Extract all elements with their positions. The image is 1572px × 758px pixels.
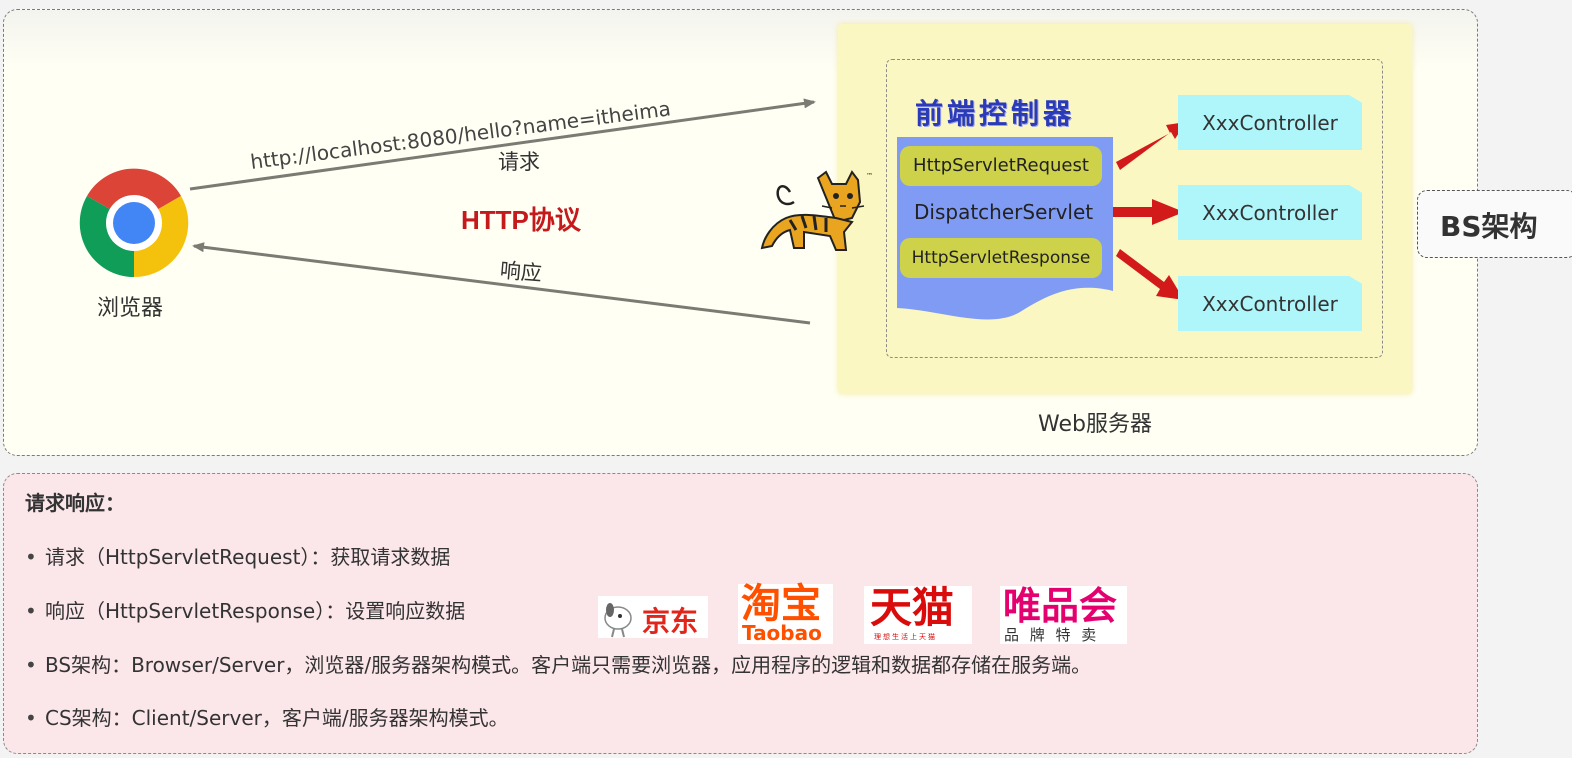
jd-logo: 京东 xyxy=(598,596,708,638)
red-arrow-top xyxy=(1116,122,1186,170)
red-arrow-middle xyxy=(1113,199,1184,225)
response-label: 响应 xyxy=(498,258,543,286)
dispatcher-servlet-label: DispatcherServlet xyxy=(914,200,1094,224)
taobao-cn-text: 淘宝 xyxy=(741,581,821,627)
vip-slogan: 品 牌 特 卖 xyxy=(1004,626,1100,644)
controller-box: XxxController xyxy=(1178,185,1362,240)
tmall-logo: 天猫 理想生活上天猫 xyxy=(864,583,972,644)
tmall-slogan: 理想生活上天猫 xyxy=(874,633,937,641)
note-bullet: • BS架构：Browser/Server，浏览器/服务器架构模式。客户端只需要浏… xyxy=(25,649,1091,678)
note-text: 请求（HttpServletRequest）：获取请求数据 xyxy=(45,545,451,569)
web-server-label: Web服务器 xyxy=(1038,412,1152,437)
note-text: CS架构：Client/Server，客户端/服务器架构模式。 xyxy=(45,706,509,730)
taobao-en-text: Taobao xyxy=(742,621,822,645)
notes-title: 请求响应： xyxy=(25,491,125,515)
jd-text: 京东 xyxy=(642,605,699,638)
http-servlet-response-label: HttpServletResponse xyxy=(900,238,1102,278)
controller-box: XxxController xyxy=(1178,276,1362,331)
http-servlet-request-label: HttpServletRequest xyxy=(900,146,1102,186)
bullet-glyph: • xyxy=(25,706,37,730)
chrome-icon xyxy=(79,168,189,278)
browser-label: 浏览器 xyxy=(97,296,164,321)
note-text: BS架构：Browser/Server，浏览器/服务器架构模式。客户端只需要浏览… xyxy=(45,653,1092,677)
bullet-glyph: • xyxy=(25,545,37,569)
architecture-badge-text: BS架构 xyxy=(1440,210,1538,243)
note-text: 响应（HttpServletResponse）：设置响应数据 xyxy=(45,599,466,623)
note-bullet: • 响应（HttpServletResponse）：设置响应数据 xyxy=(25,595,465,624)
front-controller-title: 前端控制器 xyxy=(915,97,1076,130)
controller-box: XxxController xyxy=(1178,95,1362,150)
vip-logo: 唯品会 品 牌 特 卖 xyxy=(1000,584,1127,644)
tmall-text: 天猫 xyxy=(870,583,955,632)
request-label: 请求 xyxy=(498,150,540,174)
taobao-logo: 淘宝 Taobao xyxy=(738,581,833,645)
tomcat-icon: ™ xyxy=(760,170,873,251)
bullet-glyph: • xyxy=(25,653,37,677)
http-protocol-label: HTTP协议 xyxy=(461,205,581,235)
vip-text: 唯品会 xyxy=(1003,584,1118,628)
note-bullet: • 请求（HttpServletRequest）：获取请求数据 xyxy=(25,541,450,570)
svg-text:™: ™ xyxy=(866,172,873,180)
bullet-glyph: • xyxy=(25,599,37,623)
red-arrow-bottom xyxy=(1116,249,1184,300)
note-bullet: • CS架构：Client/Server，客户端/服务器架构模式。 xyxy=(25,702,509,731)
